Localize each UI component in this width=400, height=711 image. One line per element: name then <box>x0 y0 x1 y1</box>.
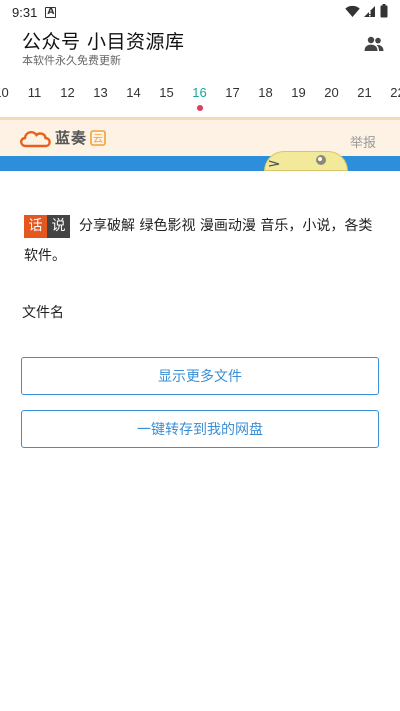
date-item[interactable]: 22 <box>381 85 400 100</box>
people-icon[interactable] <box>364 36 384 52</box>
page-title: 公众号 小目资源库 <box>22 31 185 53</box>
date-item[interactable]: 15 <box>150 85 183 100</box>
banner-mascot <box>264 151 348 171</box>
date-item[interactable]: 11 <box>18 85 51 100</box>
date-item[interactable]: 18 <box>249 85 282 100</box>
save-to-drive-button[interactable]: 一键转存到我的网盘 <box>21 410 379 448</box>
logo-badge-text: 云 <box>93 134 103 145</box>
badge-hua: 话 <box>24 214 47 238</box>
status-bar: 9:31 A <box>0 0 400 24</box>
show-more-files-button[interactable]: 显示更多文件 <box>21 357 379 395</box>
wifi-icon <box>345 5 360 17</box>
app-header: 公众号 小目资源库 本软件永久免费更新 <box>0 24 400 70</box>
date-item[interactable]: 19 <box>282 85 315 100</box>
notification-icon: A <box>45 6 57 18</box>
lanzou-logo[interactable]: 蓝奏 云 <box>18 127 106 148</box>
mascot-icon <box>268 155 326 167</box>
date-item[interactable]: 20 <box>315 85 348 100</box>
lanzou-banner: 蓝奏 云 举报 <box>0 117 400 171</box>
date-item[interactable]: 13 <box>84 85 117 100</box>
logo-badge-icon: 云 <box>90 129 106 146</box>
date-strip: 10 11 12 13 14 15 16 17 18 19 20 21 22 <box>0 78 400 114</box>
banner-divider <box>0 117 400 120</box>
date-item[interactable]: 14 <box>117 85 150 100</box>
page-subtitle: 本软件永久免费更新 <box>22 54 121 67</box>
signal-icon <box>364 5 375 17</box>
report-link[interactable]: 举报 <box>350 132 376 151</box>
date-item[interactable]: 21 <box>348 85 381 100</box>
share-description-block: 话说分享破解 绿色影视 漫画动漫 音乐，小说，各类软件。 <box>24 211 374 271</box>
date-item[interactable]: 17 <box>216 85 249 100</box>
date-item[interactable]: 12 <box>51 85 84 100</box>
cloud-icon <box>19 130 51 147</box>
battery-icon <box>380 4 388 18</box>
date-item-selected[interactable]: 16 <box>183 85 216 100</box>
date-item[interactable]: 10 <box>0 85 18 100</box>
status-time: 9:31 <box>12 4 38 20</box>
badge-shuo: 说 <box>47 214 70 238</box>
share-description: 分享破解 绿色影视 漫画动漫 音乐，小说，各类软件。 <box>24 218 373 264</box>
selected-date-dot <box>197 105 203 111</box>
status-icons <box>345 4 388 18</box>
logo-text: 蓝奏 <box>55 129 88 147</box>
file-name-label: 文件名 <box>22 305 64 321</box>
